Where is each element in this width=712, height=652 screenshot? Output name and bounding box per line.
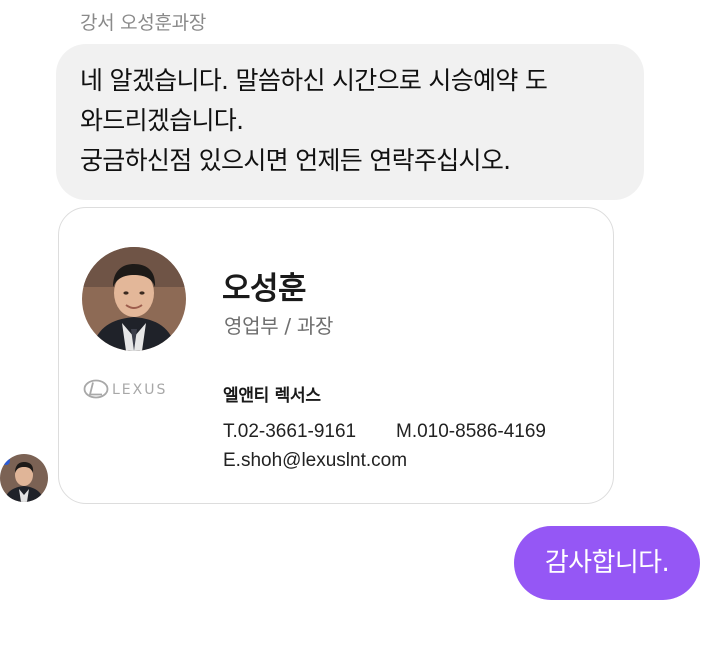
sender-name: 강서 오성훈과장: [80, 12, 207, 34]
message-line: 궁금하신점 있으시면 언제든 연락주십시오.: [80, 146, 511, 175]
incoming-message-bubble: 네 알겠습니다. 말씀하신 시간으로 시승예약 도 와드리겠습니다. 궁금하신점…: [56, 44, 644, 200]
outgoing-message-bubble: 감사합니다.: [514, 526, 700, 600]
card-title: 영업부 / 과장: [224, 314, 334, 338]
lexus-logo-icon: LEXUS: [83, 376, 189, 402]
sender-avatar[interactable]: [0, 454, 48, 502]
business-card[interactable]: 오성훈 영업부 / 과장 LEXUS 엘앤티 렉서스 T.02-3661-916…: [58, 207, 614, 504]
card-mobile[interactable]: M.010-8586-4169: [396, 421, 546, 443]
message-line: 와드리겠습니다.: [80, 106, 244, 135]
card-phone[interactable]: T.02-3661-9161: [223, 421, 356, 443]
status-badge: [2, 457, 10, 465]
card-company: 엘앤티 렉서스: [223, 386, 321, 406]
profile-photo: [82, 247, 186, 351]
message-line: 네 알겠습니다. 말씀하신 시간으로 시승예약 도: [80, 66, 548, 95]
card-email[interactable]: E.shoh@lexuslnt.com: [223, 450, 407, 472]
card-name: 오성훈: [222, 271, 307, 307]
logo-wordmark: LEXUS: [112, 382, 167, 398]
